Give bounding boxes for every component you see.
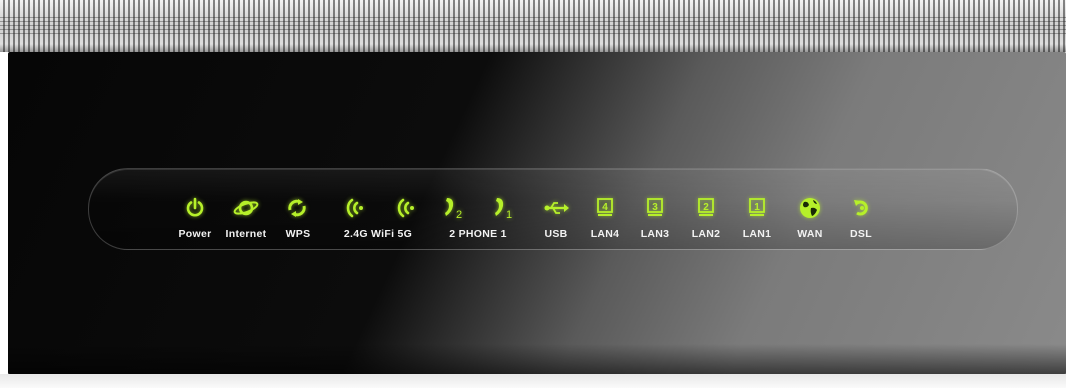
lan3-icon: 3 [640,196,670,220]
wifi-5g-icon [390,196,420,220]
wan-label: WAN [797,228,823,240]
lan1-label: LAN1 [742,228,772,240]
dsl-icon [847,196,877,220]
wifi-group-label: 2.4G WiFi 5G [343,228,413,240]
lan4-icon: 4 [590,196,620,220]
wan-icon [795,196,825,220]
internet-icon [231,196,261,220]
wps-label: WPS [285,228,311,240]
usb-label: USB [544,228,568,240]
lan3-label: LAN3 [640,228,670,240]
phone-1-number: 1 [506,209,512,220]
dsl-label: DSL [850,228,872,240]
lan4-number: 4 [602,202,608,213]
lan2-label: LAN2 [691,228,721,240]
lan1-number: 1 [754,202,760,213]
lan2-number: 2 [703,202,709,213]
top-vent-grille [0,0,1066,52]
internet-label: Internet [225,228,267,240]
lan3-number: 3 [652,202,658,213]
lan2-icon: 2 [691,196,721,220]
phone-2-number: 2 [456,209,462,220]
wifi-2-4g-icon [339,196,369,220]
phone-1-icon: 1 [490,196,520,220]
lan1-icon: 1 [742,196,772,220]
power-icon [180,196,210,220]
usb-icon [541,196,571,220]
wps-icon [282,196,312,220]
phone-group-label: 2 PHONE 1 [449,228,507,240]
router-base [0,374,1066,388]
lan4-label: LAN4 [590,228,620,240]
phone-2-icon: 2 [440,196,470,220]
power-label: Power [178,228,212,240]
